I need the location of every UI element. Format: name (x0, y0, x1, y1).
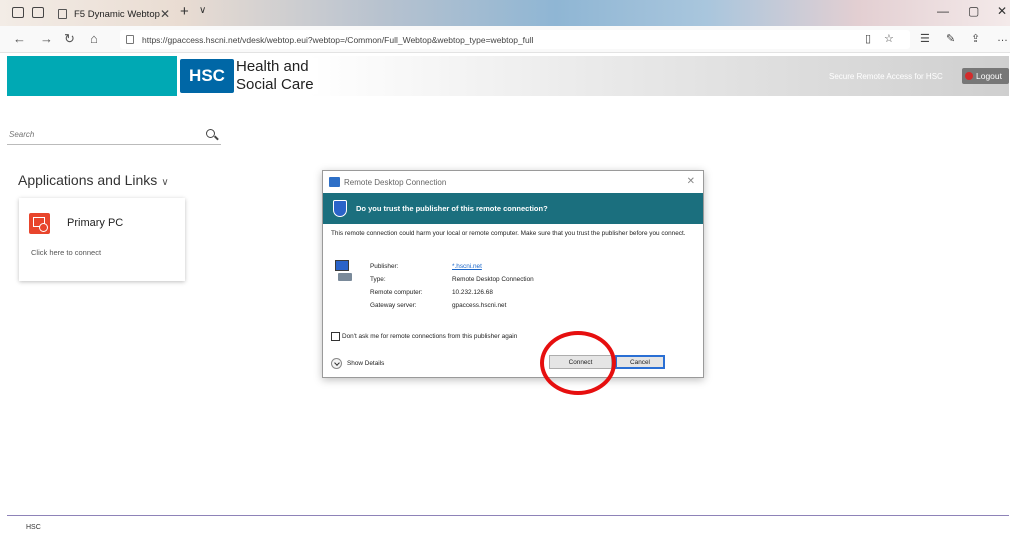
remote-desktop-app-icon (329, 177, 340, 187)
dialog-title: Remote Desktop Connection (344, 177, 447, 187)
dont-ask-option[interactable]: Don't ask me for remote connections from… (331, 332, 517, 341)
cancel-button[interactable]: Cancel (615, 355, 665, 369)
more-icon[interactable]: … (997, 32, 1008, 44)
app-name: Primary PC (67, 217, 124, 229)
refresh-icon[interactable]: ↻ (64, 31, 75, 47)
address-input[interactable]: https://gpaccess.hscni.net/vdesk/webtop.… (120, 30, 910, 49)
footer-text: HSC (26, 524, 41, 531)
tab-title: F5 Dynamic Webtop (74, 8, 160, 20)
tab-actions-icon[interactable] (12, 7, 24, 18)
title-bar: F5 Dynamic Webtop ✕ + ∨ — ▢ ✕ (0, 0, 1010, 26)
hsc-logo-text: Health and Social Care (236, 58, 318, 94)
logout-label: Logout (976, 71, 1002, 81)
type-label: Type: (370, 276, 386, 283)
logo-line-2: Social Care (236, 76, 314, 93)
search-box (7, 125, 221, 145)
rdp-trust-dialog: Remote Desktop Connection ✕ Do you trust… (322, 170, 704, 378)
dont-ask-label: Don't ask me for remote connections from… (342, 333, 518, 340)
new-tab-icon[interactable]: + (180, 3, 189, 20)
show-details-label: Show Details (347, 360, 385, 367)
tab-f5-dynamic-webtop[interactable]: F5 Dynamic Webtop ✕ (52, 2, 176, 26)
connection-details: Publisher: *.hscni.net Type: Remote Desk… (331, 256, 631, 321)
logout-button[interactable]: Logout (962, 68, 1009, 84)
app-connect-link[interactable]: Click here to connect (31, 248, 101, 257)
dialog-titlebar: Remote Desktop Connection ✕ (323, 171, 703, 193)
reader-view-icon[interactable]: ▯ (865, 32, 871, 45)
search-icon[interactable] (205, 128, 219, 142)
close-tab-icon[interactable]: ✕ (160, 7, 170, 21)
chevron-down-icon: ∨ (161, 177, 169, 188)
dont-ask-checkbox[interactable] (331, 332, 340, 341)
url-text: https://gpaccess.hscni.net/vdesk/webtop.… (142, 34, 534, 45)
secure-access-text: Secure Remote Access for HSC (829, 72, 943, 81)
expand-chevron-icon (331, 358, 342, 369)
dialog-close-icon[interactable]: ✕ (687, 176, 695, 187)
page-header: HSC Health and Social Care Secure Remote… (7, 56, 1009, 96)
computer-icon (333, 260, 353, 282)
workspaces-icon[interactable] (32, 7, 44, 18)
brand-bar (7, 56, 177, 96)
applications-heading[interactable]: Applications and Links ∨ (18, 172, 169, 188)
power-icon (965, 72, 973, 80)
hsc-logo: HSC (180, 59, 234, 93)
pen-icon[interactable]: ✎ (946, 32, 955, 45)
lock-icon (126, 35, 134, 44)
dialog-question: Do you trust the publisher of this remot… (356, 204, 548, 213)
close-window-icon[interactable]: ✕ (997, 4, 1007, 18)
back-icon[interactable]: ← (13, 31, 26, 46)
logo-line-1: Health and (236, 58, 309, 75)
browser-window: F5 Dynamic Webtop ✕ + ∨ — ▢ ✕ ← → ↻ ⌂ ht… (0, 0, 1010, 547)
page-favicon-icon (58, 9, 67, 19)
show-details-toggle[interactable]: Show Details (331, 358, 384, 369)
favorites-list-icon[interactable]: ☰ (920, 32, 930, 45)
page-footer: HSC (7, 515, 1009, 547)
share-icon[interactable]: ⇪ (971, 32, 980, 45)
remote-computer-value: 10.232.126.68 (452, 289, 493, 296)
publisher-label: Publisher: (370, 263, 399, 270)
gateway-server-value: gpaccess.hscni.net (452, 302, 507, 309)
type-value: Remote Desktop Connection (452, 276, 534, 283)
forward-icon[interactable]: → (40, 31, 53, 46)
remote-desktop-icon (29, 213, 50, 234)
minimize-icon[interactable]: — (937, 4, 949, 18)
gateway-server-label: Gateway server: (370, 302, 417, 309)
search-input[interactable] (7, 130, 205, 139)
highlight-circle (540, 331, 616, 395)
address-bar-row: ← → ↻ ⌂ https://gpaccess.hscni.net/vdesk… (0, 26, 1010, 53)
home-icon[interactable]: ⌂ (90, 31, 98, 46)
applications-heading-label: Applications and Links (18, 172, 158, 188)
app-tile-primary-pc[interactable]: Primary PC Click here to connect (19, 198, 185, 281)
chevron-down-icon[interactable]: ∨ (199, 5, 206, 16)
dialog-warning: This remote connection could harm your l… (331, 230, 686, 237)
shield-icon (333, 200, 347, 217)
remote-computer-label: Remote computer: (370, 289, 423, 296)
maximize-icon[interactable]: ▢ (968, 4, 979, 18)
publisher-value[interactable]: *.hscni.net (452, 263, 482, 270)
favorite-star-icon[interactable]: ☆ (884, 32, 894, 45)
dialog-banner: Do you trust the publisher of this remot… (323, 193, 703, 224)
